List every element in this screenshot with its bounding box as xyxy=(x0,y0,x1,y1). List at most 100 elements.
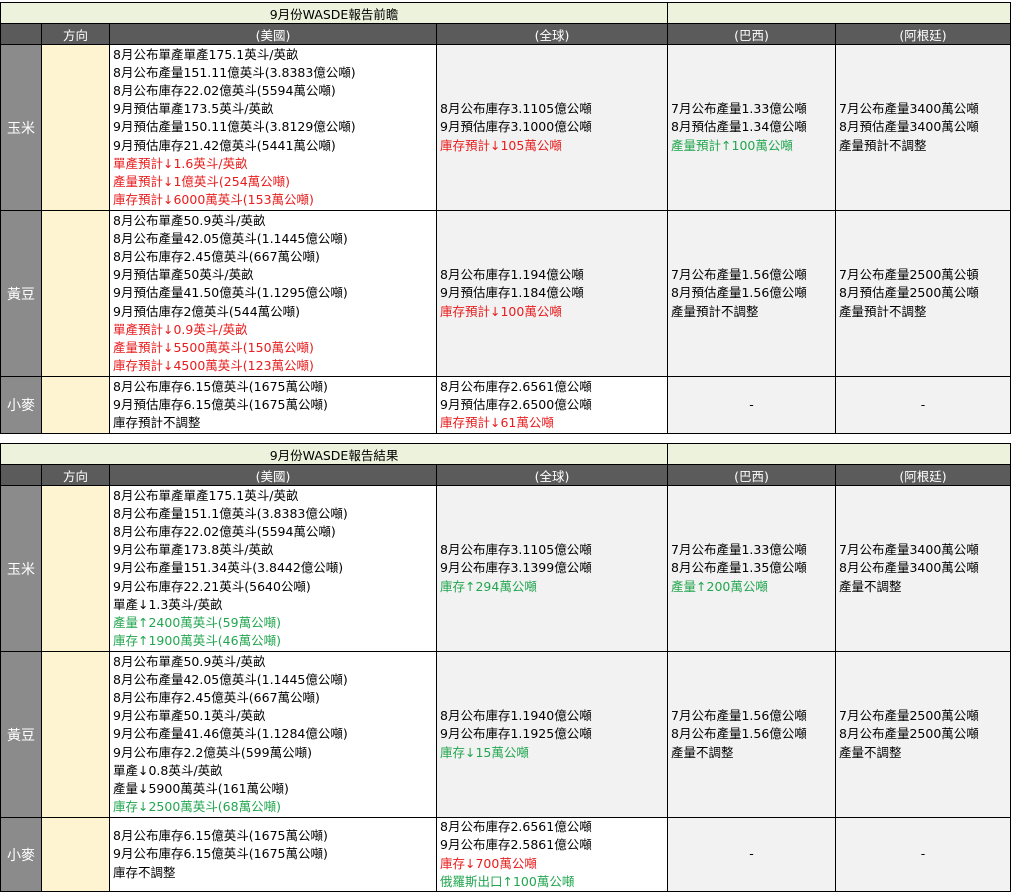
cell-line: 7月公布產量1.33億公噸 xyxy=(671,542,807,558)
cell-line: 產量預計不調整 xyxy=(839,303,927,319)
global-cell: 8月公布庫存3.1105億公噸 9月公布庫存3.1399億公噸 庫存↑294萬公噸 xyxy=(435,485,669,652)
us-cell: 8月公布單產50.9英斗/英畝 8月公布產量42.05億英斗(1.1445億公噸)… xyxy=(109,210,437,377)
category-corn: 玉米 xyxy=(0,485,42,652)
cell-line: 產量預計↓1億英斗(254萬公噸) xyxy=(113,174,291,189)
cell-line: 9月預估庫存6.15億英斗(1675萬公噸) xyxy=(113,396,328,412)
cell-line: 產量不調整 xyxy=(839,744,902,760)
result-title-row: 9月份WASDE報告結果 xyxy=(0,443,1012,465)
preview-title-blank xyxy=(667,2,1012,24)
brazil-cell: - xyxy=(667,817,837,892)
category-soy: 黃豆 xyxy=(0,210,42,377)
cell-line: 庫存預計↓6000萬英斗(153萬公噸) xyxy=(113,192,314,208)
argentina-cell: - xyxy=(835,376,1012,434)
direction-cell xyxy=(41,376,110,434)
cell-line: 9月公布庫存2.5861億公噸 xyxy=(440,837,592,853)
cell-line: 8月公布庫存3.1105億公噸 xyxy=(440,101,592,117)
preview-table: 9月份WASDE報告前瞻 方向 (美國) (全球) (巴西) (阿根廷) 玉米 … xyxy=(0,2,1012,434)
cell-line: 單產↓1.3英斗/英畝 xyxy=(113,596,223,612)
direction-cell xyxy=(41,210,110,377)
cell-line: 7月公布產量1.33億公噸 xyxy=(671,101,807,117)
header-blank xyxy=(0,23,42,45)
category-soy: 黃豆 xyxy=(0,651,42,818)
cell-line: 庫存預計↓4500萬英斗(123萬公噸) xyxy=(113,358,314,374)
argentina-cell: 7月公布產量3400萬公噸 8月預估產量3400萬公噸 產量預計不調整 xyxy=(835,44,1012,211)
cell-line: 9月預估庫存2.6500億公噸 xyxy=(440,396,592,412)
cell-line: 8月公布庫存6.15億英斗(1675萬公噸) xyxy=(113,828,328,844)
cell-line: 9月預估單產50英斗/英畝 xyxy=(113,267,254,283)
brazil-cell: 7月公布產量1.33億公噸 8月公布產量1.35億公噸 產量↑200萬公噸 xyxy=(667,485,837,652)
cell-line: 8月公布庫存2.6561億公噸 xyxy=(440,819,592,835)
cell-line: 7月公布產量1.56億公噸 xyxy=(671,708,807,724)
header-us: (美國) xyxy=(109,23,437,45)
result-row-corn: 玉米 8月公布單產單產175.1英斗/英畝 8月公布產量151.1億英斗(3.83… xyxy=(0,485,1012,652)
cell-line: 庫存預計↓61萬公噸 xyxy=(440,415,554,431)
cell-line: 產量不調整 xyxy=(671,744,734,760)
cell-line: 庫存預計不調整 xyxy=(113,415,201,431)
header-argentina: (阿根廷) xyxy=(835,464,1012,486)
cell-line: 9月公布產量41.46億英斗(1.1284億公噸) xyxy=(113,726,348,742)
preview-header-row: 方向 (美國) (全球) (巴西) (阿根廷) xyxy=(0,23,1012,45)
cell-line: 8月公布庫存22.02億英斗(5594萬公噸) xyxy=(113,82,336,98)
cell-line: 8月公布庫存1.194億公噸 xyxy=(440,267,584,283)
cell-line: 9月公布庫存1.1925億公噸 xyxy=(440,726,592,742)
global-cell: 8月公布庫存2.6561億公噸 9月公布庫存2.5861億公噸 庫存↓700萬公噸俄… xyxy=(435,817,669,892)
cell-line: 8月預估產量2500萬公噸 xyxy=(839,285,979,301)
cell-line: 9月預估庫存3.1000億公噸 xyxy=(440,119,592,135)
cell-line: 7月公布產量2500萬公噸 xyxy=(839,708,979,724)
us-cell: 8月公布單產單產175.1英斗/英畝 8月公布產量151.1億英斗(3.8383億… xyxy=(109,485,437,652)
cell-line: 9月預估庫存2億英斗(544萬公噸) xyxy=(113,303,301,319)
cell-line: 8月公布產量1.56億公噸 xyxy=(671,726,807,742)
cell-line: 7月公布產量1.56億公噸 xyxy=(671,267,807,283)
cell-line: 8月公布產量151.11億英斗(3.8383億公噸) xyxy=(113,64,356,80)
header-direction: 方向 xyxy=(41,464,110,486)
cell-line: 8月公布單產50.9英斗/英畝 xyxy=(113,212,266,228)
header-global: (全球) xyxy=(435,23,669,45)
cell-line: 單產↓0.8英斗/英畝 xyxy=(113,762,223,778)
global-cell: 8月公布庫存2.6561億公噸 9月預估庫存2.6500億公噸 庫存預計↓61萬公噸 xyxy=(435,376,669,434)
preview-table-section: 9月份WASDE報告前瞻 方向 (美國) (全球) (巴西) (阿根廷) 玉米 … xyxy=(0,2,1012,434)
cell-line: 9月公布庫存3.1399億公噸 xyxy=(440,560,592,576)
cell-line: 9月預估產量150.11億英斗(3.8129億公噸) xyxy=(113,119,356,135)
cell-line: 8月公布單產50.9英斗/英畝 xyxy=(113,653,266,669)
global-cell: 8月公布庫存1.1940億公噸 9月公布庫存1.1925億公噸 庫存↓15萬公噸 xyxy=(435,651,669,818)
cell-line: 7月公布產量2500萬公頓 xyxy=(839,267,979,283)
cell-line: 8月公布產量151.1億英斗(3.8383億公噸) xyxy=(113,505,348,521)
cell-line: 7月公布產量3400萬公噸 xyxy=(839,101,979,117)
cell-line: 9月公布庫存2.2億英斗(599萬公噸) xyxy=(113,744,312,760)
cell-line: 產量↓5900萬英斗(161萬公噸) xyxy=(113,781,289,796)
brazil-cell: 7月公布產量1.56億公噸 8月預估產量1.56億公噸 產量預計不調整 xyxy=(667,210,837,377)
cell-line: 9月預估單產173.5英斗/英畝 xyxy=(113,101,274,117)
cell-line: 8月公布庫存2.45億英斗(667萬公噸) xyxy=(113,248,320,264)
category-wheat: 小麥 xyxy=(0,376,42,434)
cell-line: 8月公布單產單產175.1英斗/英畝 xyxy=(113,487,299,503)
cell-line: 產量預計不調整 xyxy=(671,303,759,319)
cell-line: 9月預估庫存1.184億公噸 xyxy=(440,285,584,301)
preview-row-corn: 玉米 8月公布單產單產175.1英斗/英畝 8月公布產量151.11億英斗(3.8… xyxy=(0,44,1012,211)
us-cell: 8月公布單產50.9英斗/英畝 8月公布產量42.05億英斗(1.1445億公噸)… xyxy=(109,651,437,818)
cell-line: 9月公布庫存6.15億英斗(1675萬公噸) xyxy=(113,846,328,862)
cell-line: 庫存↑1900萬英斗(46萬公噸) xyxy=(113,633,281,649)
header-brazil: (巴西) xyxy=(667,23,837,45)
result-title-blank xyxy=(667,443,1012,465)
cell-line: 7月公布產量3400萬公噸 xyxy=(839,542,979,558)
cell-line: 8月預估產量1.34億公噸 xyxy=(671,119,807,135)
cell-line: 8月預估產量1.56億公噸 xyxy=(671,285,807,301)
cell-line: 9月公布單產173.8英斗/英畝 xyxy=(113,542,274,558)
cell-line: 庫存↑294萬公噸 xyxy=(440,578,537,594)
cell-line: 8月公布庫存1.1940億公噸 xyxy=(440,708,592,724)
brazil-cell: 7月公布產量1.56億公噸 8月公布產量1.56億公噸 產量不調整 xyxy=(667,651,837,818)
cell-line: 8月公布產量2500萬公噸 xyxy=(839,726,979,742)
result-row-wheat: 小麥 8月公布庫存6.15億英斗(1675萬公噸) 9月公布庫存6.15億英斗(1… xyxy=(0,817,1012,892)
cell-line: 8月公布庫存6.15億英斗(1675萬公噸) xyxy=(113,378,328,394)
cell-line: 庫存預計↓105萬公噸 xyxy=(440,137,562,153)
direction-cell xyxy=(41,44,110,211)
cell-line: 單產預計↓1.6英斗/英畝 xyxy=(113,155,248,171)
preview-row-wheat: 小麥 8月公布庫存6.15億英斗(1675萬公噸) 9月預估庫存6.15億英斗(1… xyxy=(0,376,1012,434)
direction-cell xyxy=(41,485,110,652)
cell-line: 8月公布產量42.05億英斗(1.1445億公噸) xyxy=(113,671,348,687)
result-table-section: 9月份WASDE報告結果 方向 (美國) (全球) (巴西) (阿根廷) 玉米 … xyxy=(0,443,1012,892)
cell-line: 9月預估庫存21.42億英斗(5441萬公噸) xyxy=(113,137,336,153)
result-table: 9月份WASDE報告結果 方向 (美國) (全球) (巴西) (阿根廷) 玉米 … xyxy=(0,443,1012,892)
result-header-row: 方向 (美國) (全球) (巴西) (阿根廷) xyxy=(0,464,1012,486)
us-cell: 8月公布庫存6.15億英斗(1675萬公噸) 9月預估庫存6.15億英斗(1675… xyxy=(109,376,437,434)
